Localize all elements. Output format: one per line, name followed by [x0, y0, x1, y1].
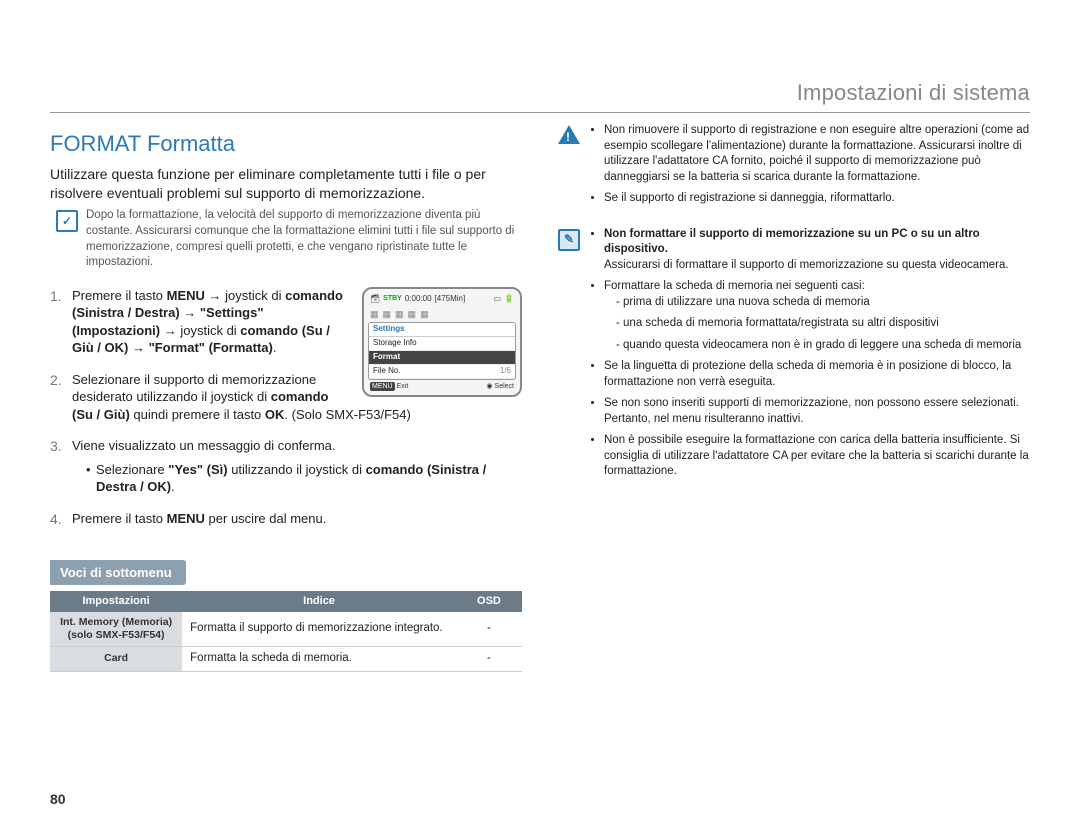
- mode-icon: ▦: [408, 308, 417, 320]
- warning-icon: [558, 125, 580, 144]
- table-row: Card Formatta la scheda di memoria. -: [50, 647, 522, 672]
- camera-icon-row: ▦ ▦ ▦ ▦ ▦: [368, 307, 516, 321]
- text: utilizzando il joystick di: [228, 462, 366, 477]
- check-icon: ✓: [56, 210, 78, 232]
- info-item: Non è possibile eseguire la formattazion…: [604, 433, 1030, 480]
- text: prima di utilizzare una nuova scheda di …: [623, 296, 870, 308]
- text-bold: "Format" (Formatta): [149, 340, 273, 355]
- text: quando questa videocamera non è in grado…: [623, 339, 1021, 351]
- mode-icon: ▦: [420, 308, 429, 320]
- cell-osd: -: [456, 647, 522, 672]
- cell-desc: Formatta il supporto di memorizzazione i…: [182, 612, 456, 647]
- subsection-label: Voci di sottomenu: [50, 560, 186, 586]
- time-label: 0:00:00: [405, 294, 432, 305]
- text: Selezionare: [96, 462, 168, 477]
- mode-icon: ▦: [383, 308, 392, 320]
- page: Impostazioni di sistema FORMAT Formatta …: [0, 0, 1080, 827]
- note-text: Dopo la formattazione, la velocità del s…: [86, 208, 522, 270]
- cell-setting: Card: [50, 647, 182, 672]
- text: → joystick di: [160, 323, 240, 338]
- steps-list: 🗃 STBY 0:00:00 [475Min] ▭ 🔋 ▦ ▦ ▦ ▦: [50, 287, 522, 528]
- text: .: [171, 479, 175, 494]
- cell-setting: Int. Memory (Memoria) (solo SMX-F53/F54): [50, 612, 182, 647]
- remain-label: [475Min]: [435, 294, 466, 305]
- step-1: 🗃 STBY 0:00:00 [475Min] ▭ 🔋 ▦ ▦ ▦ ▦: [50, 287, 522, 357]
- warning-item: Se il supporto di registrazione si danne…: [604, 191, 1030, 207]
- camera-menu-item: Storage Info: [369, 337, 515, 351]
- page-header: Impostazioni di sistema: [50, 80, 1030, 113]
- info-sub-item: - una scheda di memoria formattata/regis…: [616, 316, 1030, 332]
- step-3: Viene visualizzato un messaggio di confe…: [50, 437, 522, 496]
- info-item: Formattare la scheda di memoria nei segu…: [604, 279, 1030, 353]
- mode-icon: ▦: [395, 308, 404, 320]
- text-bold: OK: [265, 407, 285, 422]
- text: Premere il tasto: [72, 288, 167, 303]
- camera-menu-title: Settings: [369, 323, 515, 337]
- text: Viene visualizzato un messaggio di confe…: [72, 438, 336, 453]
- right-column: Non rimuovere il supporto di registrazio…: [558, 123, 1030, 672]
- text: una scheda di memoria formattata/registr…: [623, 317, 939, 329]
- warning-list: Non rimuovere il supporto di registrazio…: [590, 123, 1030, 213]
- info-text: Formattare la scheda di memoria nei segu…: [604, 280, 865, 292]
- text: Premere il tasto: [72, 511, 167, 526]
- info-sub-item: - prima di utilizzare una nuova scheda d…: [616, 295, 1030, 311]
- info-item: Se la linguetta di protezione della sche…: [604, 359, 1030, 390]
- info-sub-item: - quando questa videocamera non è in gra…: [616, 338, 1030, 354]
- step-3-sub: Selezionare "Yes" (Sì) utilizzando il jo…: [86, 461, 522, 496]
- battery-icon: 🔋: [504, 294, 514, 305]
- info-item: Se non sono inseriti supporti di memoriz…: [604, 396, 1030, 427]
- cell-desc: Formatta la scheda di memoria.: [182, 647, 456, 672]
- camera-status-bar: 🗃 STBY 0:00:00 [475Min] ▭ 🔋: [368, 293, 516, 308]
- warning-block: Non rimuovere il supporto di registrazio…: [558, 123, 1030, 213]
- note-box: ✓ Dopo la formattazione, la velocità del…: [50, 208, 522, 270]
- text: .: [273, 340, 277, 355]
- text-bold: MENU: [167, 511, 205, 526]
- cell-osd: -: [456, 612, 522, 647]
- camera-menu-item-selected: Format: [369, 351, 515, 365]
- info-icon-col: ✎: [558, 227, 580, 486]
- info-sublist: - prima di utilizzare una nuova scheda d…: [604, 295, 1030, 354]
- warning-item: Non rimuovere il supporto di registrazio…: [604, 123, 1030, 185]
- text-bold: MENU: [167, 288, 205, 303]
- text: →: [180, 305, 200, 320]
- page-number: 80: [50, 791, 66, 807]
- th-settings: Impostazioni: [50, 591, 182, 612]
- info-item: Non formattare il supporto di memorizzaz…: [604, 227, 1030, 274]
- step-3-sublist: Selezionare "Yes" (Sì) utilizzando il jo…: [72, 461, 522, 496]
- step-2: Selezionare il supporto di memorizzazion…: [50, 371, 522, 424]
- th-osd: OSD: [456, 591, 522, 612]
- stby-label: STBY: [383, 294, 402, 303]
- table-row: Int. Memory (Memoria) (solo SMX-F53/F54)…: [50, 612, 522, 647]
- left-column: FORMAT Formatta Utilizzare questa funzio…: [50, 123, 522, 672]
- info-block: ✎ Non formattare il supporto di memorizz…: [558, 227, 1030, 486]
- text: . (Solo SMX-F53/F54): [284, 407, 410, 422]
- text: per uscire dal menu.: [205, 511, 326, 526]
- th-desc: Indice: [182, 591, 456, 612]
- info-bold-cont: Assicurarsi di formattare il supporto di…: [604, 259, 1009, 271]
- text: →: [128, 340, 148, 355]
- signal-icon: ▭: [493, 294, 501, 305]
- text: → joystick di: [205, 288, 285, 303]
- intro-text: Utilizzare questa funzione per eliminare…: [50, 165, 522, 203]
- mode-icon: ▦: [370, 308, 379, 320]
- note-icon: ✎: [558, 229, 580, 251]
- warning-icon-col: [558, 123, 580, 213]
- settings-table: Impostazioni Indice OSD Int. Memory (Mem…: [50, 591, 522, 672]
- sd-icon: 🗃: [370, 294, 380, 305]
- text: quindi premere il tasto: [130, 407, 265, 422]
- step-4: Premere il tasto MENU per uscire dal men…: [50, 510, 522, 528]
- two-column-layout: FORMAT Formatta Utilizzare questa funzio…: [50, 123, 1030, 672]
- text-bold: "Yes" (Sì): [168, 462, 227, 477]
- info-list: Non formattare il supporto di memorizzaz…: [590, 227, 1030, 486]
- header-title: Impostazioni di sistema: [797, 80, 1030, 105]
- section-title: FORMAT Formatta: [50, 129, 522, 159]
- info-bold: Non formattare il supporto di memorizzaz…: [604, 228, 980, 256]
